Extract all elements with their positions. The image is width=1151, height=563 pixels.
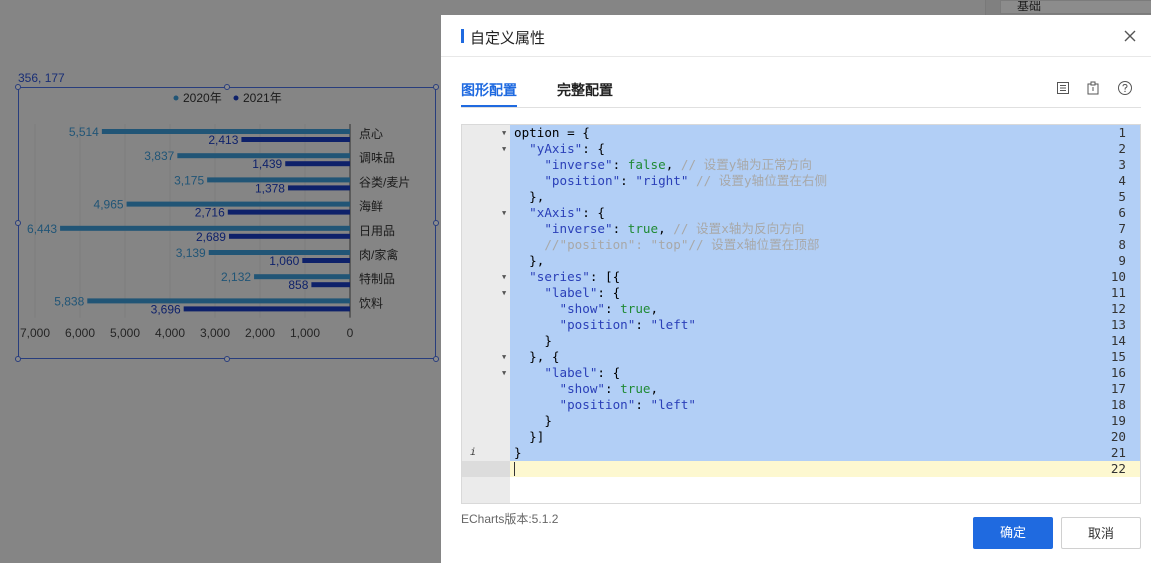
document-icon[interactable] bbox=[1055, 80, 1071, 96]
active-tab-indicator bbox=[461, 105, 517, 107]
clipboard-icon[interactable] bbox=[1085, 80, 1101, 96]
code-line[interactable]: }, { bbox=[514, 349, 559, 365]
code-editor[interactable]: option = { "yAxis": { "inverse": false, … bbox=[461, 124, 1141, 504]
custom-properties-dialog: 自定义属性 图形配置 完整配置 option = { "yAxis": { "i… bbox=[441, 15, 1151, 563]
echarts-version: ECharts版本:5.1.2 bbox=[461, 512, 559, 526]
dialog-title: 自定义属性 bbox=[470, 30, 546, 47]
line-number: 1 bbox=[1118, 125, 1126, 140]
fold-arrow-icon[interactable]: ▼ bbox=[502, 365, 506, 381]
line-number: 17 bbox=[1110, 381, 1126, 396]
code-line[interactable]: "position": "right" // 设置y轴位置在右侧 bbox=[514, 173, 827, 189]
current-line-gutter bbox=[462, 461, 510, 477]
info-icon[interactable]: i bbox=[470, 445, 476, 461]
code-line[interactable]: //"position": "top"// 设置x轴位置在顶部 bbox=[514, 237, 819, 253]
line-number: 12 bbox=[1110, 301, 1126, 316]
code-line[interactable]: "inverse": true, // 设置x轴为反向方向 bbox=[514, 221, 804, 237]
code-line[interactable]: } bbox=[514, 333, 552, 349]
line-number: 5 bbox=[1118, 189, 1126, 204]
code-line[interactable]: "show": true, bbox=[514, 381, 659, 397]
line-number: 22 bbox=[1110, 461, 1126, 476]
code-line[interactable]: "yAxis": { bbox=[514, 141, 605, 157]
fold-arrow-icon[interactable]: ▼ bbox=[502, 349, 506, 365]
close-icon[interactable] bbox=[1121, 27, 1139, 45]
fold-arrow-icon[interactable]: ▼ bbox=[502, 285, 506, 301]
code-line[interactable]: option = { bbox=[514, 125, 590, 141]
code-line[interactable]: "show": true, bbox=[514, 301, 659, 317]
title-accent-bar bbox=[461, 29, 464, 43]
line-number: 14 bbox=[1110, 333, 1126, 348]
confirm-button[interactable]: 确定 bbox=[973, 517, 1053, 549]
line-number: 19 bbox=[1110, 413, 1126, 428]
code-line[interactable]: "label": { bbox=[514, 285, 620, 301]
line-number: 11 bbox=[1110, 285, 1126, 300]
line-number: 6 bbox=[1118, 205, 1126, 220]
line-number: 16 bbox=[1110, 365, 1126, 380]
current-line-highlight bbox=[510, 461, 1140, 477]
line-number: 10 bbox=[1110, 269, 1126, 284]
code-line[interactable]: "xAxis": { bbox=[514, 205, 605, 221]
cancel-button[interactable]: 取消 bbox=[1061, 517, 1141, 549]
code-line[interactable]: }] bbox=[514, 429, 544, 445]
tab-full-config[interactable]: 完整配置 bbox=[557, 80, 613, 100]
config-tabs: 图形配置 完整配置 bbox=[461, 72, 1141, 108]
help-icon[interactable] bbox=[1117, 80, 1133, 96]
text-cursor bbox=[514, 462, 515, 476]
code-line[interactable]: } bbox=[514, 413, 552, 429]
line-number: 15 bbox=[1110, 349, 1126, 364]
code-line[interactable]: }, bbox=[514, 253, 544, 269]
code-line[interactable]: "inverse": false, // 设置y轴为正常方向 bbox=[514, 157, 812, 173]
line-number: 3 bbox=[1118, 157, 1126, 172]
code-line[interactable]: "position": "left" bbox=[514, 317, 697, 333]
code-line[interactable]: "position": "left" bbox=[514, 397, 697, 413]
code-line[interactable]: "label": { bbox=[514, 365, 620, 381]
line-number: 9 bbox=[1118, 253, 1126, 268]
line-number: 18 bbox=[1110, 397, 1126, 412]
code-line[interactable]: } bbox=[514, 445, 522, 461]
line-number: 13 bbox=[1110, 317, 1126, 332]
line-number: 2 bbox=[1118, 141, 1126, 156]
code-line[interactable]: }, bbox=[514, 189, 544, 205]
fold-arrow-icon[interactable]: ▼ bbox=[502, 141, 506, 157]
line-number: 7 bbox=[1118, 221, 1126, 236]
line-number: 21 bbox=[1110, 445, 1126, 460]
line-number: 8 bbox=[1118, 237, 1126, 252]
line-number: 4 bbox=[1118, 173, 1126, 188]
code-line[interactable]: "series": [{ bbox=[514, 269, 620, 285]
fold-arrow-icon[interactable]: ▼ bbox=[502, 125, 506, 141]
tab-graphic-config[interactable]: 图形配置 bbox=[461, 80, 517, 100]
dialog-header: 自定义属性 bbox=[441, 15, 1151, 57]
line-number: 20 bbox=[1110, 429, 1126, 444]
fold-arrow-icon[interactable]: ▼ bbox=[502, 269, 506, 285]
fold-arrow-icon[interactable]: ▼ bbox=[502, 205, 506, 221]
